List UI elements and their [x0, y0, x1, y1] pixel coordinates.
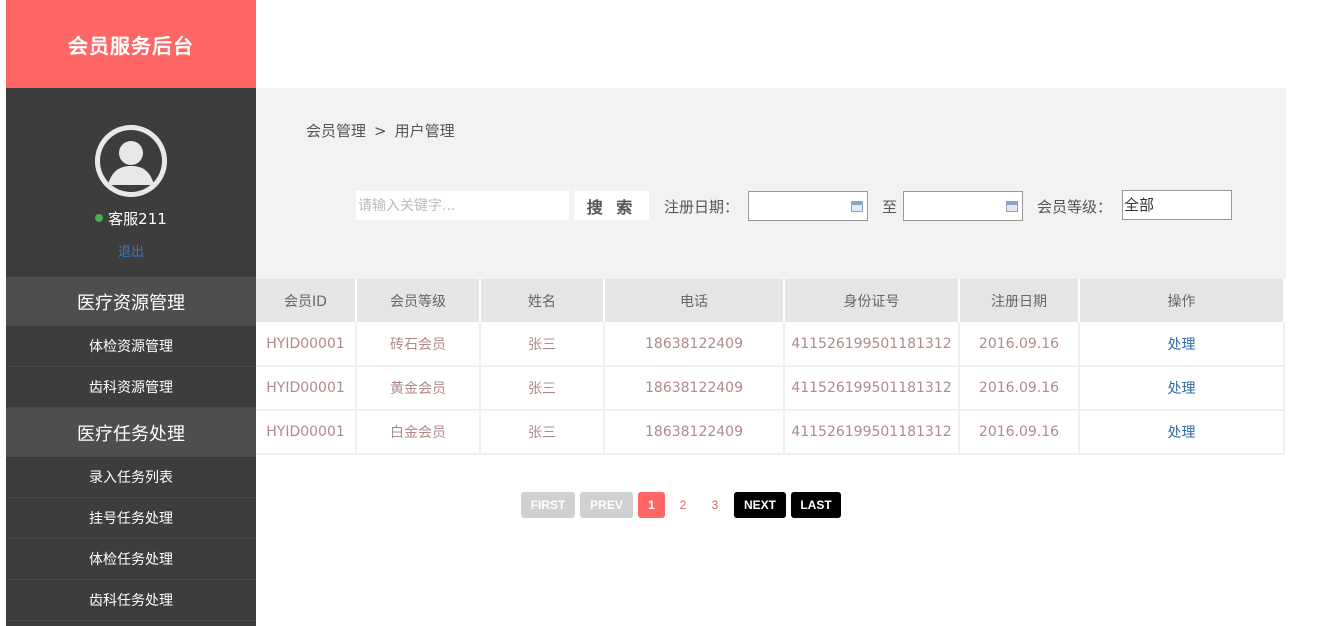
end-date-input[interactable]: [903, 191, 1023, 221]
col-member-level: 会员等级: [356, 279, 481, 322]
cell-phone: 18638122409: [604, 322, 785, 367]
prev-page-button[interactable]: PREV: [580, 492, 633, 518]
last-page-button[interactable]: LAST: [791, 492, 841, 518]
brand-title: 会员服务后台: [6, 0, 256, 88]
cell-register-date: 2016.09.16: [959, 366, 1080, 411]
cell-member-level: 砖石会员: [356, 322, 481, 367]
table-row: HYID00001 砖石会员 张三 18638122409 4115261995…: [256, 322, 1285, 367]
filter-panel: 会员管理 > 用户管理 搜 索 注册日期： 至 会员等级： 全部: [256, 88, 1286, 279]
sidebar: 会员服务后台 客服211 退出 医疗资源管理 体检资源管理 齿科资源管理 医疗任…: [6, 0, 256, 626]
cell-member-level: 白金会员: [356, 410, 481, 455]
menu-item-checkup-resources[interactable]: 体检资源管理: [6, 326, 256, 367]
process-link[interactable]: 处理: [1079, 410, 1285, 455]
page-button-1[interactable]: 1: [638, 492, 665, 518]
menu-item-dental-tasks[interactable]: 齿科任务处理: [6, 580, 256, 621]
member-level-select[interactable]: 全部: [1122, 190, 1232, 220]
first-page-button[interactable]: FIRST: [521, 492, 575, 518]
search-input[interactable]: [356, 191, 569, 220]
cell-member-id: HYID00001: [256, 410, 357, 455]
menu-item-checkup-tasks[interactable]: 体检任务处理: [6, 539, 256, 580]
cell-phone: 18638122409: [604, 366, 785, 411]
cell-name: 张三: [480, 410, 605, 455]
register-date-label: 注册日期：: [664, 198, 740, 216]
cell-id-number: 411526199501181312: [784, 410, 960, 455]
username-text: 客服211: [108, 210, 167, 228]
cell-name: 张三: [480, 322, 605, 367]
calendar-icon[interactable]: [1006, 201, 1018, 212]
breadcrumb-separator: >: [374, 122, 387, 140]
col-name: 姓名: [480, 279, 605, 322]
breadcrumb: 会员管理 > 用户管理: [306, 120, 455, 141]
page-button-3[interactable]: 3: [704, 492, 726, 518]
menu-item-entry-tasks[interactable]: 录入任务列表: [6, 457, 256, 498]
member-table: 会员ID 会员等级 姓名 电话 身份证号 注册日期 操作 HYID00001 砖…: [256, 279, 1285, 455]
date-to-label: 至: [882, 198, 898, 216]
cell-register-date: 2016.09.16: [959, 410, 1080, 455]
process-link[interactable]: 处理: [1079, 366, 1285, 411]
table-row: HYID00001 白金会员 张三 18638122409 4115261995…: [256, 410, 1285, 455]
cell-id-number: 411526199501181312: [784, 322, 960, 367]
user-profile: 客服211 退出: [6, 88, 256, 277]
col-member-id: 会员ID: [256, 279, 357, 322]
breadcrumb-current: 用户管理: [394, 122, 455, 140]
cell-name: 张三: [480, 366, 605, 411]
next-page-button[interactable]: NEXT: [734, 492, 786, 518]
cell-member-level: 黄金会员: [356, 366, 481, 411]
start-date-input[interactable]: [748, 191, 868, 221]
cell-member-id: HYID00001: [256, 366, 357, 411]
col-id-number: 身份证号: [784, 279, 960, 322]
breadcrumb-parent[interactable]: 会员管理: [306, 122, 366, 140]
col-register-date: 注册日期: [959, 279, 1080, 322]
member-level-label: 会员等级：: [1037, 198, 1113, 216]
process-link[interactable]: 处理: [1079, 322, 1285, 367]
cell-member-id: HYID00001: [256, 322, 357, 367]
table-header-row: 会员ID 会员等级 姓名 电话 身份证号 注册日期 操作: [256, 279, 1285, 322]
cell-register-date: 2016.09.16: [959, 322, 1080, 367]
menu-group-medical-tasks[interactable]: 医疗任务处理: [6, 408, 256, 457]
table-row: HYID00001 黄金会员 张三 18638122409 4115261995…: [256, 366, 1285, 411]
menu-item-registration-tasks[interactable]: 挂号任务处理: [6, 498, 256, 539]
online-status-icon: [95, 213, 104, 222]
avatar-icon: [95, 125, 167, 197]
cell-phone: 18638122409: [604, 410, 785, 455]
calendar-icon[interactable]: [851, 201, 863, 212]
search-button[interactable]: 搜 索: [574, 191, 649, 220]
cell-id-number: 411526199501181312: [784, 366, 960, 411]
menu-group-medical-resources[interactable]: 医疗资源管理: [6, 277, 256, 326]
col-phone: 电话: [604, 279, 785, 322]
menu-item-dental-resources[interactable]: 齿科资源管理: [6, 367, 256, 408]
col-action: 操作: [1079, 279, 1285, 322]
page-button-2[interactable]: 2: [672, 492, 694, 518]
logout-link[interactable]: 退出: [6, 241, 256, 260]
username: 客服211: [6, 208, 256, 229]
